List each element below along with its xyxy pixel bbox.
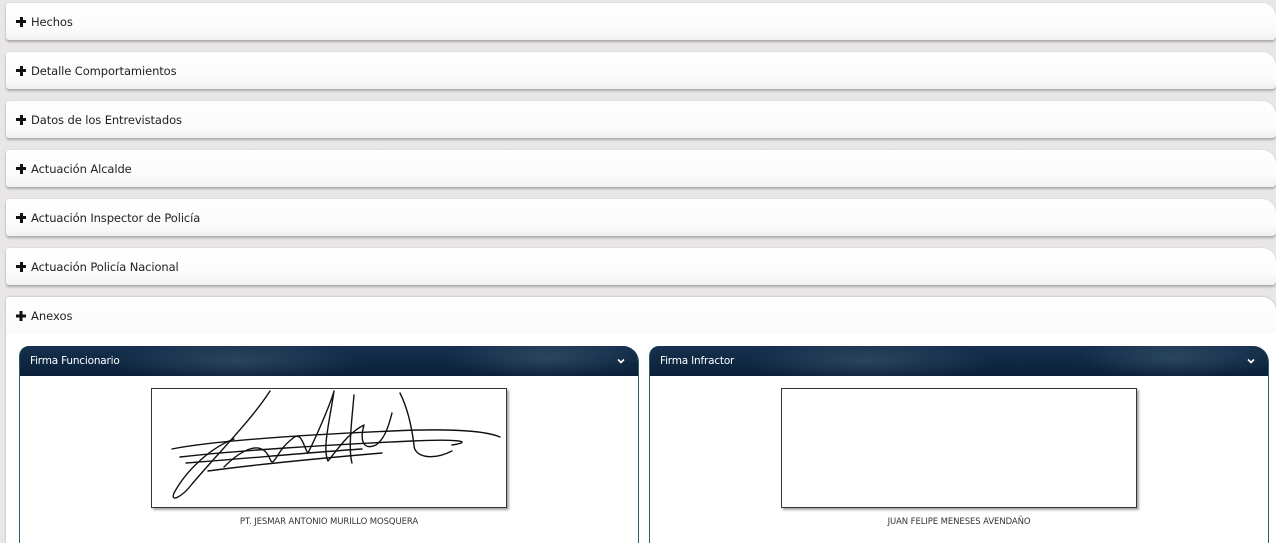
signer-name: JUAN FELIPE MENESES AVENDAÑO: [887, 517, 1031, 527]
panel-header: Firma Infractor: [650, 346, 1268, 376]
signature-box[interactable]: [781, 388, 1137, 508]
plus-icon: [16, 310, 26, 321]
signature-box[interactable]: [151, 388, 507, 508]
signer-name: PT. JESMAR ANTONIO MURILLO MOSQUERA: [239, 517, 419, 527]
section-actuacion-inspector[interactable]: Actuación Inspector de Policía: [6, 199, 1276, 236]
section-label: Detalle Comportamientos: [31, 63, 177, 78]
plus-icon: [16, 163, 26, 174]
panel-title: Firma Funcionario: [30, 355, 120, 367]
section-label: Actuación Inspector de Policía: [31, 210, 201, 225]
section-label: Datos de los Entrevistados: [31, 112, 182, 127]
section-label: Actuación Policía Nacional: [31, 259, 179, 274]
plus-icon: [16, 114, 26, 125]
plus-icon: [16, 65, 26, 76]
panel-firma-funcionario: Firma Funcionario PT. JESMAR ANTONIO MUR…: [19, 346, 639, 543]
section-hechos[interactable]: Hechos: [6, 3, 1276, 40]
panel-header: Firma Funcionario: [20, 346, 638, 376]
signature-image: [171, 390, 501, 499]
section-actuacion-alcalde[interactable]: Actuación Alcalde: [6, 150, 1276, 187]
section-actuacion-policia-nacional[interactable]: Actuación Policía Nacional: [6, 248, 1276, 285]
plus-icon: [16, 16, 26, 27]
section-anexos: Anexos Firma Funcionario PT. JESMAR ANTO…: [6, 297, 1276, 543]
section-label: Hechos: [31, 14, 73, 29]
section-anexos-header[interactable]: Anexos: [6, 297, 1276, 334]
section-datos-entrevistados[interactable]: Datos de los Entrevistados: [6, 101, 1276, 138]
chevron-down-icon[interactable]: [616, 356, 626, 366]
section-detalle-comportamientos[interactable]: Detalle Comportamientos: [6, 52, 1276, 89]
panel-title: Firma Infractor: [660, 355, 735, 367]
section-label: Actuación Alcalde: [31, 161, 132, 176]
plus-icon: [16, 212, 26, 223]
plus-icon: [16, 261, 26, 272]
accordion: Hechos Detalle Comportamientos Datos de …: [6, 3, 1276, 297]
panel-firma-infractor: Firma Infractor JUAN FELIPE MENESES AVEN…: [649, 346, 1269, 543]
section-label: Anexos: [31, 308, 73, 323]
chevron-down-icon[interactable]: [1246, 356, 1256, 366]
